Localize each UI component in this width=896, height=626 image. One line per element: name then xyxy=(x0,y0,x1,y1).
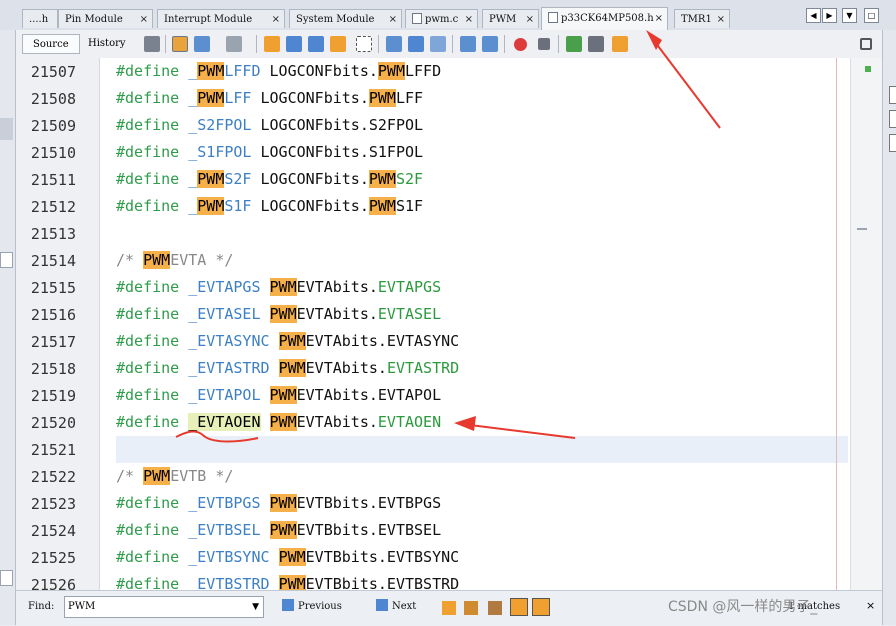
wrap-around-icon[interactable] xyxy=(532,598,550,616)
highlight-results-icon[interactable] xyxy=(510,598,528,616)
watermark: CSDN @风一样的男子_ xyxy=(668,599,818,615)
annotation-underline xyxy=(175,430,259,443)
annotation-arrow-tab xyxy=(651,37,721,129)
whole-words-icon[interactable] xyxy=(464,601,478,615)
annotation-arrowhead xyxy=(454,416,476,431)
annotation-overlay xyxy=(175,30,721,443)
find-next-button[interactable]: Next xyxy=(376,598,416,616)
find-input[interactable]: PWM ▼ xyxy=(64,596,264,618)
close-find-icon[interactable]: × xyxy=(866,600,878,612)
find-previous-button[interactable]: Previous xyxy=(282,598,342,616)
previous-icon xyxy=(282,599,294,611)
find-label: Find: xyxy=(28,601,55,612)
regex-icon[interactable] xyxy=(488,601,502,615)
next-icon xyxy=(376,599,388,611)
next-label: Next xyxy=(392,601,417,612)
previous-label: Previous xyxy=(298,601,342,612)
annotation-arrow-line xyxy=(461,423,576,439)
match-case-icon[interactable] xyxy=(442,601,456,615)
chevron-down-icon[interactable]: ▼ xyxy=(252,597,259,617)
find-value: PWM xyxy=(68,601,96,612)
